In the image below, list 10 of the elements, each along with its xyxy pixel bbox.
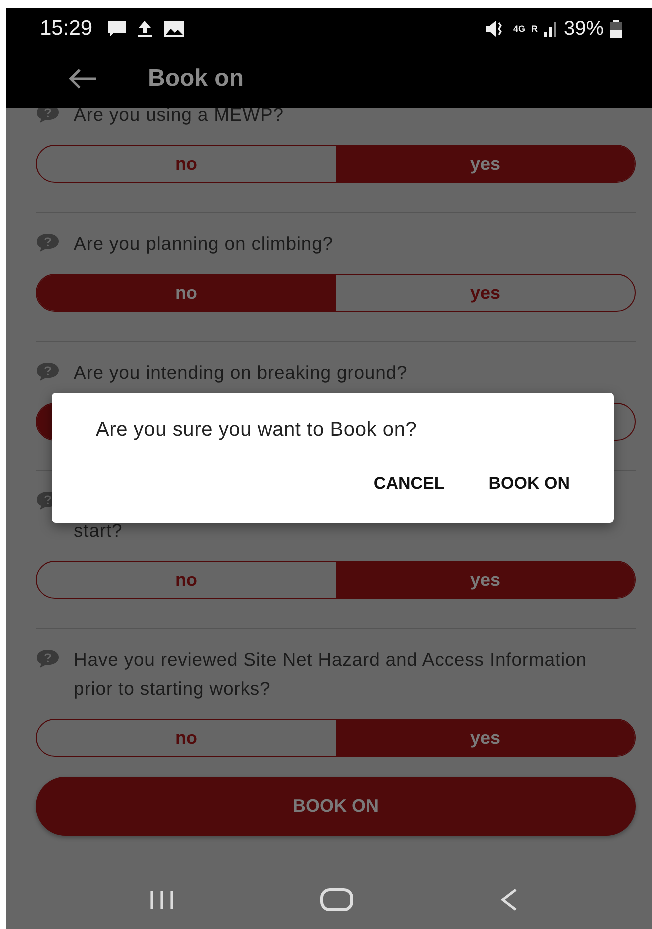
- screen-title: Book on: [148, 65, 244, 93]
- question-text: Are you intending on breaking ground?: [74, 361, 408, 385]
- question-text: start?: [74, 519, 123, 543]
- question-text: Have you reviewed Site Net Hazard and Access Information prior to starting works?: [74, 648, 588, 701]
- dialog-message: Are you sure you want to Book on?: [96, 419, 418, 442]
- roaming-text: R: [531, 24, 538, 34]
- question-text: Are you planning on climbing?: [74, 232, 334, 256]
- clock-time: 15:29: [40, 17, 93, 41]
- battery-percent: 39%: [564, 18, 604, 40]
- network-type-text: 4G: [513, 24, 526, 34]
